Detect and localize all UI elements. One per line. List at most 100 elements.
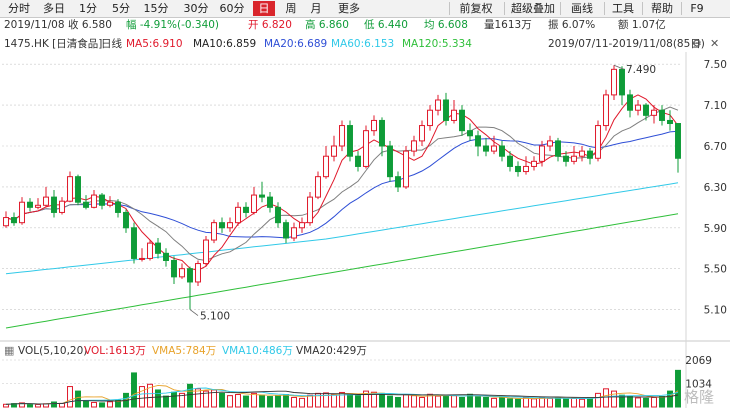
candle-body (475, 135, 481, 147)
volume-bar (475, 396, 481, 408)
candle-body (571, 155, 577, 162)
volume-bar (267, 396, 273, 408)
candlestick-chart: 7.50 7.10 6.70 6.30 5.90 5.50 5.10 7.490 5.100 20… (0, 52, 730, 408)
candle-body (139, 257, 145, 260)
high-annotation-label: 7.490 (626, 64, 656, 76)
candle-body (347, 125, 353, 157)
price-tick-label: 5.50 (704, 264, 727, 276)
candle-body (611, 68, 617, 96)
candle-body (291, 227, 297, 239)
volume-bar (91, 401, 97, 408)
candle-body (11, 217, 17, 224)
candle-body (651, 109, 657, 116)
volume-bar (531, 398, 537, 408)
volume-bar (403, 394, 409, 408)
volume-bar (451, 395, 457, 408)
candle-body (643, 104, 649, 116)
candle-body (307, 196, 313, 224)
volume-bar (139, 386, 145, 408)
candle-body (3, 217, 9, 227)
volume-bar (219, 392, 225, 408)
candle-body (107, 201, 113, 206)
candle-body (507, 155, 513, 167)
volume-bar (595, 392, 601, 408)
volume-bar (275, 395, 281, 408)
candle-body (171, 259, 177, 278)
candle-body (491, 145, 497, 152)
candle-body (91, 194, 97, 208)
candle-body (675, 123, 681, 159)
volume-tick-label: 2069 (685, 355, 712, 367)
volume-bar (299, 397, 305, 408)
volume-bar (419, 396, 425, 408)
candle-body (627, 94, 633, 111)
volume-bar (411, 395, 417, 408)
volume-bar (355, 395, 361, 408)
volume-bar (507, 398, 513, 408)
candle-body (27, 201, 33, 208)
candle-body (251, 194, 257, 213)
volume-bar (555, 397, 561, 408)
volume-bar (539, 396, 545, 408)
price-tick-label: 7.50 (704, 59, 727, 71)
candle-body (443, 99, 449, 121)
candle-body (659, 109, 665, 121)
candle-body (403, 150, 409, 188)
volume-bar (67, 386, 73, 408)
volume-bar (651, 396, 657, 408)
volume-bar (243, 395, 249, 408)
candle-body (115, 201, 121, 213)
candle-body (259, 194, 265, 198)
candle-body (195, 263, 201, 283)
candle-body (179, 268, 185, 278)
candle-body (387, 145, 393, 178)
volume-bar (627, 395, 633, 408)
price-tick-label: 7.10 (704, 100, 727, 112)
candle-body (147, 242, 153, 259)
candle-body (75, 176, 81, 203)
candle-body (315, 176, 321, 198)
candle-body (331, 145, 337, 157)
candle-body (459, 109, 465, 132)
candle-body (83, 201, 89, 208)
candle-body (499, 145, 505, 157)
price-tick-label: 6.70 (704, 141, 727, 153)
candle-body (635, 104, 641, 111)
candle-body (379, 119, 385, 147)
candle-body (67, 176, 73, 202)
candle-body (539, 145, 545, 162)
volume-bar (643, 397, 649, 408)
candle-body (219, 222, 225, 229)
volume-bar (99, 402, 105, 408)
candle-body (483, 145, 489, 152)
candle-body (563, 155, 569, 162)
volume-bar (483, 396, 489, 408)
volume-bar (571, 397, 577, 408)
candle-body (515, 165, 521, 173)
candle-body (51, 196, 57, 213)
volume-bar (435, 395, 441, 408)
candle-body (123, 211, 129, 229)
volume-bar (515, 398, 521, 408)
candle-body (339, 125, 345, 147)
volume-bar (163, 395, 169, 408)
volume-bar (291, 396, 297, 408)
candle-body (555, 140, 561, 157)
ma120-line (5, 213, 679, 329)
volume-bar (259, 394, 265, 408)
candle-body (587, 150, 593, 159)
volume-bar (547, 397, 553, 408)
candle-body (235, 206, 241, 224)
volume-bar (491, 397, 497, 408)
volume-bar (379, 392, 385, 408)
volume-bar (443, 394, 449, 408)
candle-body (59, 200, 65, 213)
low-annotation-pointer (189, 309, 199, 316)
price-tick-label: 5.10 (704, 305, 727, 317)
volume-bar (499, 397, 505, 408)
candle-body (275, 206, 281, 224)
candle-body (667, 119, 673, 125)
candle-body (99, 194, 105, 206)
candle-body (243, 206, 249, 213)
volume-bar (387, 395, 393, 408)
